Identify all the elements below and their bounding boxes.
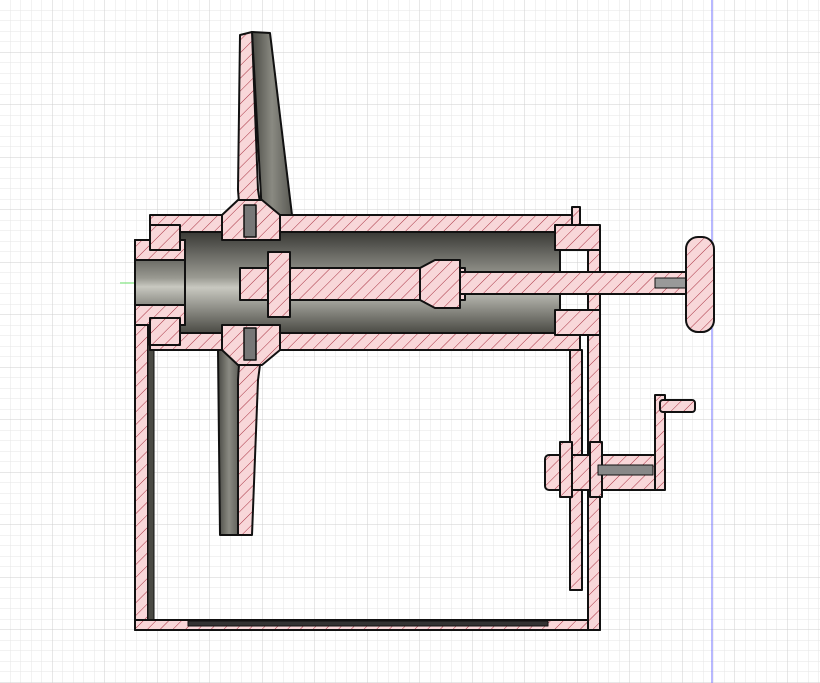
frame-right-wall[interactable] <box>587 239 601 631</box>
left-flange-bottom[interactable] <box>149 317 181 346</box>
right-flange-top[interactable] <box>554 224 601 251</box>
right-flange-bottom[interactable] <box>554 309 601 336</box>
crank-shaft <box>597 464 654 476</box>
crank-handle[interactable] <box>659 399 696 413</box>
shaft-coupling[interactable] <box>419 259 461 309</box>
right-lip[interactable] <box>571 206 581 226</box>
drum-bottom-wall[interactable] <box>149 332 581 351</box>
lower-hub-screw <box>243 327 257 361</box>
shaft-collar[interactable] <box>267 251 291 318</box>
rod-end <box>654 277 691 289</box>
section-drawing[interactable] <box>0 0 820 683</box>
knob-handle[interactable] <box>685 236 715 333</box>
drum-top-wall[interactable] <box>149 214 576 233</box>
crank-bushing-left[interactable] <box>559 441 573 498</box>
drive-rod[interactable] <box>459 271 689 295</box>
cad-viewport[interactable] <box>0 0 820 683</box>
left-flange-top[interactable] <box>149 224 181 251</box>
lower-blade-surface <box>217 349 241 536</box>
upper-hub-screw <box>243 204 257 238</box>
frame-left-inner <box>147 344 155 621</box>
frame-bottom-inner <box>187 620 549 627</box>
